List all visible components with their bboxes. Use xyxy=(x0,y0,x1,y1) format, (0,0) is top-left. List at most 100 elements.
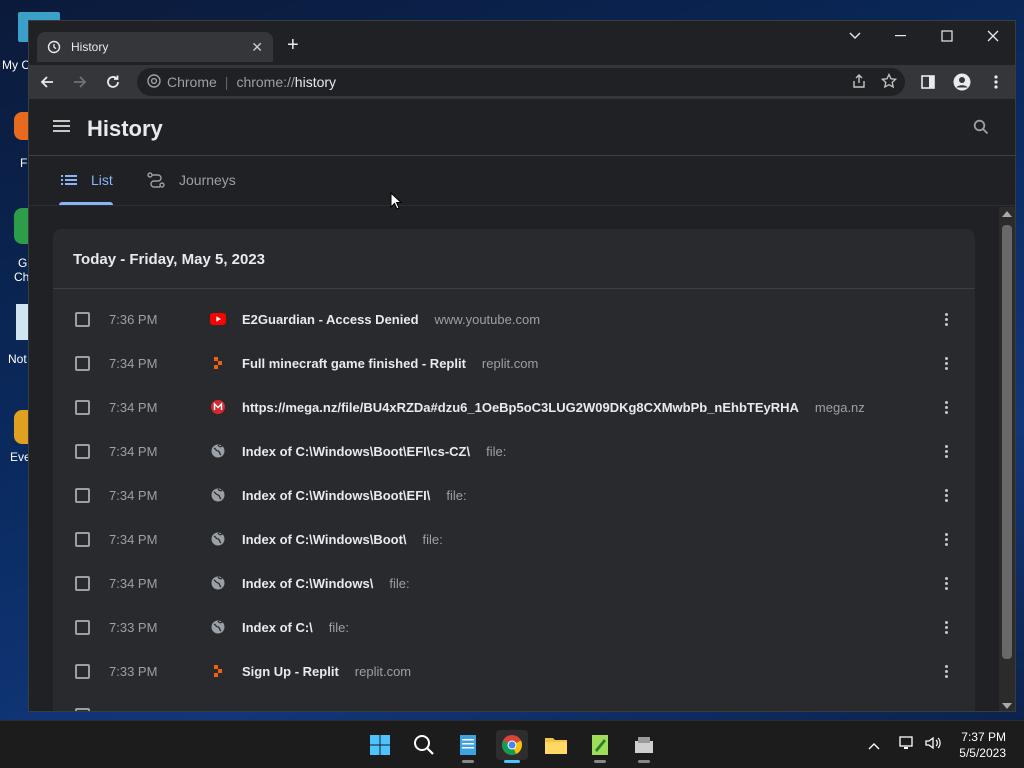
globe-icon xyxy=(210,487,226,503)
entry-time: 7:33 PM xyxy=(109,663,158,679)
scroll-up-arrow-icon[interactable] xyxy=(1002,211,1012,217)
volume-icon[interactable] xyxy=(924,735,942,756)
tab-list[interactable]: List xyxy=(61,172,113,188)
taskbar-notepad-icon[interactable] xyxy=(452,730,484,763)
history-row[interactable]: 7:34 PM Full minecraft game finished - R… xyxy=(53,341,975,385)
desktop-label-f[interactable]: F xyxy=(20,156,27,170)
chrome-logo-icon xyxy=(147,73,161,91)
entry-title: https://mega.nz/file/BU4xRZDa#dzu6_1OeBp… xyxy=(242,399,799,415)
row-checkbox[interactable] xyxy=(75,619,90,635)
entry-title: Index of C:\Windows\Boot\EFI\cs-CZ\ xyxy=(242,443,471,459)
minimize-button[interactable] xyxy=(881,25,921,47)
taskbar-clock[interactable]: 7:37 PM 5/5/2023 xyxy=(959,729,1006,761)
history-row[interactable]: 7:34 PM https://mega.nz/file/BU4xRZDa#dz… xyxy=(53,385,975,429)
entry-link[interactable]: Index of C:\Windows\Boot\ file: xyxy=(242,532,443,547)
history-list-scroll-area: Today - Friday, May 5, 2023 7:36 PM E2Gu… xyxy=(29,207,999,711)
clock-time: 7:37 PM xyxy=(961,730,1006,744)
mouse-cursor-icon xyxy=(390,191,403,215)
row-checkbox[interactable] xyxy=(75,355,90,371)
row-checkbox[interactable] xyxy=(75,707,90,711)
hamburger-menu-icon[interactable] xyxy=(53,119,71,138)
globe-icon xyxy=(210,531,226,547)
tab-search-chevron-icon[interactable] xyxy=(835,25,875,47)
history-row[interactable]: 7:34 PM Index of C:\Windows\Boot\EFI\cs-… xyxy=(53,429,975,473)
desktop-label-mycomputer[interactable]: My C xyxy=(2,58,30,72)
back-button[interactable] xyxy=(32,67,62,97)
more-actions-icon[interactable] xyxy=(945,532,949,546)
tab-journeys[interactable]: Journeys xyxy=(147,172,236,188)
more-actions-icon[interactable] xyxy=(945,576,949,590)
row-checkbox[interactable] xyxy=(75,575,90,591)
entry-link[interactable]: E2Guardian - Access Denied www.youtube.c… xyxy=(242,312,540,327)
more-actions-icon[interactable] xyxy=(945,488,949,502)
entry-link[interactable]: Index of C:\Windows\ file: xyxy=(242,576,410,591)
entry-link[interactable]: Sign Up - Replit replit.com xyxy=(242,664,411,679)
more-actions-icon[interactable] xyxy=(945,620,949,634)
desktop-label-not[interactable]: Not xyxy=(8,352,27,366)
entry-link[interactable]: Full minecraft game finished - Replit re… xyxy=(242,356,538,371)
history-entries: 7:36 PM E2Guardian - Access Denied www.y… xyxy=(53,289,975,711)
profile-avatar-icon[interactable] xyxy=(949,69,975,95)
more-actions-icon[interactable] xyxy=(945,312,949,326)
more-actions-icon[interactable] xyxy=(945,400,949,414)
scrollbar-thumb[interactable] xyxy=(1002,225,1012,659)
page-scrollbar[interactable] xyxy=(999,207,1015,711)
history-row[interactable]: 7:34 PM Index of C:\Windows\ file: xyxy=(53,561,975,605)
entry-time: 7:34 PM xyxy=(109,531,158,547)
history-row-partial[interactable] xyxy=(53,693,975,711)
row-checkbox[interactable] xyxy=(75,311,90,327)
scroll-down-arrow-icon[interactable] xyxy=(1002,703,1012,709)
start-button[interactable] xyxy=(364,730,396,760)
side-panel-icon[interactable] xyxy=(915,69,941,95)
browser-tab-history[interactable]: History ✕ xyxy=(37,32,273,62)
entry-time: 7:34 PM xyxy=(109,355,158,371)
entry-domain: replit.com xyxy=(481,355,539,371)
search-icon[interactable] xyxy=(973,119,989,140)
journeys-icon xyxy=(147,172,165,188)
row-checkbox[interactable] xyxy=(75,487,90,503)
desktop-label-g[interactable]: G xyxy=(18,256,27,270)
bookmark-star-icon[interactable] xyxy=(880,72,898,92)
close-window-button[interactable] xyxy=(973,25,1013,47)
taskbar-app-icon[interactable] xyxy=(628,730,660,763)
row-checkbox[interactable] xyxy=(75,663,90,679)
new-tab-button[interactable]: + xyxy=(287,34,299,57)
more-actions-icon[interactable] xyxy=(945,356,949,370)
replit-icon xyxy=(210,663,226,679)
entry-domain: file: xyxy=(446,487,467,503)
reload-button[interactable] xyxy=(98,67,128,97)
tab-title: History xyxy=(71,40,109,54)
tab-close-icon[interactable]: ✕ xyxy=(251,39,263,56)
network-icon[interactable] xyxy=(898,735,916,756)
address-bar[interactable]: Chrome | chrome:// history xyxy=(137,68,905,96)
browser-toolbar: Chrome | chrome:// history xyxy=(29,65,1015,99)
history-row[interactable]: 7:34 PM Index of C:\Windows\Boot\ file: xyxy=(53,517,975,561)
show-hidden-icons-chevron[interactable] xyxy=(868,737,880,755)
entry-link[interactable]: Index of C:\Windows\Boot\EFI\ file: xyxy=(242,488,467,503)
row-checkbox[interactable] xyxy=(75,531,90,547)
entry-domain: file: xyxy=(422,531,443,547)
row-checkbox[interactable] xyxy=(75,399,90,415)
entry-link[interactable]: https://mega.nz/file/BU4xRZDa#dzu6_1OeBp… xyxy=(242,400,865,415)
history-row[interactable]: 7:34 PM Index of C:\Windows\Boot\EFI\ fi… xyxy=(53,473,975,517)
forward-button[interactable] xyxy=(65,67,95,97)
maximize-button[interactable] xyxy=(927,25,967,47)
entry-title: Sign Up - Replit xyxy=(242,663,339,679)
taskbar-notepadpp-icon[interactable] xyxy=(584,730,616,763)
history-row[interactable]: 7:33 PM Index of C:\ file: xyxy=(53,605,975,649)
more-actions-icon[interactable] xyxy=(945,664,949,678)
history-row[interactable]: 7:33 PM Sign Up - Replit replit.com xyxy=(53,649,975,693)
entry-link[interactable]: Index of C:\ file: xyxy=(242,620,349,635)
taskbar-chrome-icon[interactable] xyxy=(496,730,528,763)
chrome-menu-icon[interactable] xyxy=(983,69,1009,95)
history-row[interactable]: 7:36 PM E2Guardian - Access Denied www.y… xyxy=(53,297,975,341)
share-icon[interactable] xyxy=(851,73,867,92)
entry-title: Index of C:\Windows\ xyxy=(242,575,374,591)
entry-domain: file: xyxy=(389,575,410,591)
entry-link[interactable]: Index of C:\Windows\Boot\EFI\cs-CZ\ file… xyxy=(242,444,506,459)
row-checkbox[interactable] xyxy=(75,443,90,459)
taskbar-search-icon[interactable] xyxy=(408,730,440,760)
taskbar-file-explorer-icon[interactable] xyxy=(540,730,572,760)
entry-title: E2Guardian - Access Denied xyxy=(242,311,419,327)
more-actions-icon[interactable] xyxy=(945,444,949,458)
